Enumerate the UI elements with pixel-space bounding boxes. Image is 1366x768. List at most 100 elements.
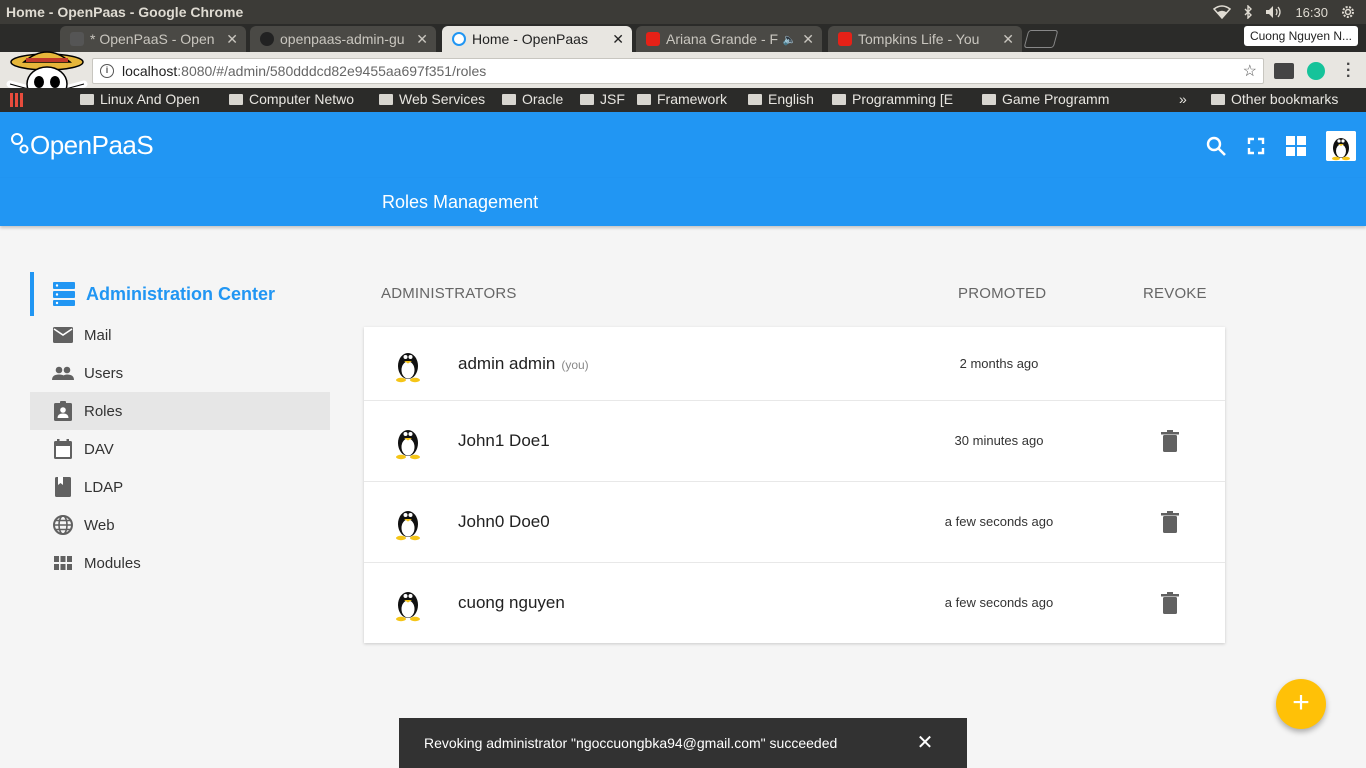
tab-title: Ariana Grande - F <box>666 31 779 47</box>
volume-icon[interactable] <box>1265 5 1283 19</box>
bookmark-folder[interactable]: Programming [E <box>832 91 968 107</box>
profile-button[interactable]: Cuong Nguyen N... <box>1243 26 1358 46</box>
mail-icon <box>52 324 74 346</box>
browser-tab[interactable]: Ariana Grande - F 🔈 ✕ <box>636 26 822 52</box>
tab-close-icon[interactable]: ✕ <box>226 31 238 48</box>
calendar-icon <box>52 438 74 460</box>
delete-icon[interactable] <box>1160 592 1180 614</box>
bookmarks-overflow-button[interactable]: » <box>1179 91 1187 107</box>
tab-title: Home - OpenPaas <box>472 31 588 47</box>
youtube-favicon-icon <box>646 32 660 46</box>
admin-name: cuong nguyen <box>458 593 565 613</box>
sidebar-item-ldap[interactable]: LDAP <box>30 468 330 506</box>
tab-close-icon[interactable]: ✕ <box>802 31 814 48</box>
promoted-time: a few seconds ago <box>944 595 1054 610</box>
administrators-list: admin admin (you) 2 months ago John1 Doe1… <box>364 327 1225 643</box>
audio-playing-icon[interactable]: 🔈 <box>783 33 797 46</box>
logo-text: OpenPaaS <box>30 130 154 160</box>
you-label: (you) <box>561 358 589 372</box>
bookmark-label: English <box>768 91 814 107</box>
new-tab-button[interactable] <box>1023 30 1059 48</box>
bookmark-star-icon[interactable]: ☆ <box>1243 61 1257 81</box>
folder-icon <box>832 93 846 105</box>
bookmark-folder[interactable]: Web Services <box>379 91 485 107</box>
bookmark-folder[interactable]: Game Programm <box>982 91 1118 107</box>
admin-name: admin admin (you) <box>458 354 589 374</box>
bluetooth-icon[interactable] <box>1243 5 1253 19</box>
sidebar-title-label: Administration Center <box>86 283 276 304</box>
apps-icon[interactable] <box>10 93 24 107</box>
delete-icon[interactable] <box>1160 430 1180 452</box>
roles-icon <box>52 400 74 422</box>
bookmark-folder[interactable]: Oracle <box>502 91 563 107</box>
sidebar-item-dav[interactable]: DAV <box>30 430 330 468</box>
bookmark-label: Linux And Open <box>100 91 200 107</box>
promoted-time: a few seconds ago <box>944 514 1054 529</box>
fullscreen-icon[interactable] <box>1244 134 1268 158</box>
grammarly-icon[interactable] <box>1307 62 1325 80</box>
settings-gear-icon[interactable] <box>1340 4 1356 20</box>
bookmark-label: Game Programm <box>1002 91 1110 107</box>
browser-menu-icon[interactable]: · · · <box>1346 57 1351 85</box>
sidebar-item-roles[interactable]: Roles <box>30 392 330 430</box>
admin-name: John1 Doe1 <box>458 431 550 451</box>
tab-close-icon[interactable]: ✕ <box>416 31 428 48</box>
add-administrator-button[interactable]: + <box>1276 679 1326 729</box>
users-icon <box>52 362 74 384</box>
bookmark-folder[interactable]: English <box>748 91 814 107</box>
clock[interactable]: 16:30 <box>1295 5 1328 20</box>
table-row: John1 Doe1 30 minutes ago <box>364 401 1225 482</box>
search-icon[interactable] <box>1204 134 1228 158</box>
browser-tab-active[interactable]: Home - OpenPaas ✕ <box>442 26 632 52</box>
bookmark-label: Web Services <box>399 91 486 107</box>
sidebar-item-web[interactable]: Web <box>30 506 330 544</box>
tab-close-icon[interactable]: ✕ <box>612 31 624 48</box>
browser-tab[interactable]: Tompkins Life - You ✕ <box>828 26 1022 52</box>
bookmark-folder[interactable]: Framework <box>637 91 727 107</box>
close-icon[interactable]: ✕ <box>915 733 935 753</box>
sidebar-item-label: Mail <box>84 326 112 344</box>
bookmark-label: Computer Netwo <box>249 91 355 107</box>
table-row: John0 Doe0 a few seconds ago <box>364 482 1225 563</box>
sidebar-item-users[interactable]: Users <box>30 354 330 392</box>
bookmark-folder[interactable]: Computer Netwo <box>229 91 367 107</box>
logo-rings-icon <box>11 133 29 154</box>
bookmark-folder[interactable]: JSF <box>580 91 625 107</box>
window-title: Home - OpenPaas - Google Chrome <box>6 4 244 20</box>
openpaas-favicon-icon <box>70 32 84 46</box>
folder-icon <box>229 93 243 105</box>
avatar <box>396 592 420 622</box>
sidebar-title[interactable]: Administration Center <box>30 272 330 316</box>
address-bar[interactable]: i localhost :8080/#/admin/580dddcd82e945… <box>92 58 1264 84</box>
admin-name-text: cuong nguyen <box>458 593 565 612</box>
sidebar-item-mail[interactable]: Mail <box>30 316 330 354</box>
wifi-icon[interactable] <box>1213 5 1232 19</box>
folder-icon <box>748 93 762 105</box>
sidebar-item-label: Modules <box>84 554 141 572</box>
browser-tab[interactable]: openpaas-admin-gu ✕ <box>250 26 436 52</box>
tab-title: * OpenPaaS - Open <box>90 31 215 47</box>
admin-name-text: John0 Doe0 <box>458 512 550 531</box>
snackbar-message: Revoking administrator "ngoccuongbka94@g… <box>424 735 838 751</box>
bookmark-label: Framework <box>657 91 728 107</box>
tab-close-icon[interactable]: ✕ <box>1002 31 1014 48</box>
openpaas-logo[interactable]: OpenPaaS <box>10 130 154 161</box>
apps-grid-icon[interactable] <box>1284 134 1308 158</box>
extension-icon[interactable] <box>1274 63 1294 79</box>
site-info-icon[interactable]: i <box>100 64 114 78</box>
github-favicon-icon <box>260 32 274 46</box>
server-icon <box>53 282 75 306</box>
app-header: OpenPaaS <box>0 112 1366 178</box>
sidebar-item-label: Roles <box>84 402 123 420</box>
column-header-promoted: PROMOTED <box>958 285 1047 302</box>
bookmark-folder[interactable]: Linux And Open <box>80 91 215 107</box>
folder-icon <box>637 93 651 105</box>
sidebar-item-modules[interactable]: Modules <box>30 544 330 582</box>
delete-icon[interactable] <box>1160 511 1180 533</box>
other-bookmarks-folder[interactable]: Other bookmarks <box>1211 91 1338 107</box>
admin-name: John0 Doe0 <box>458 512 550 532</box>
table-row: cuong nguyen a few seconds ago <box>364 563 1225 643</box>
user-avatar[interactable] <box>1326 131 1356 161</box>
browser-tab-strip: * OpenPaaS - Open ✕ openpaas-admin-gu ✕ … <box>0 24 1366 52</box>
folder-icon <box>379 93 393 105</box>
